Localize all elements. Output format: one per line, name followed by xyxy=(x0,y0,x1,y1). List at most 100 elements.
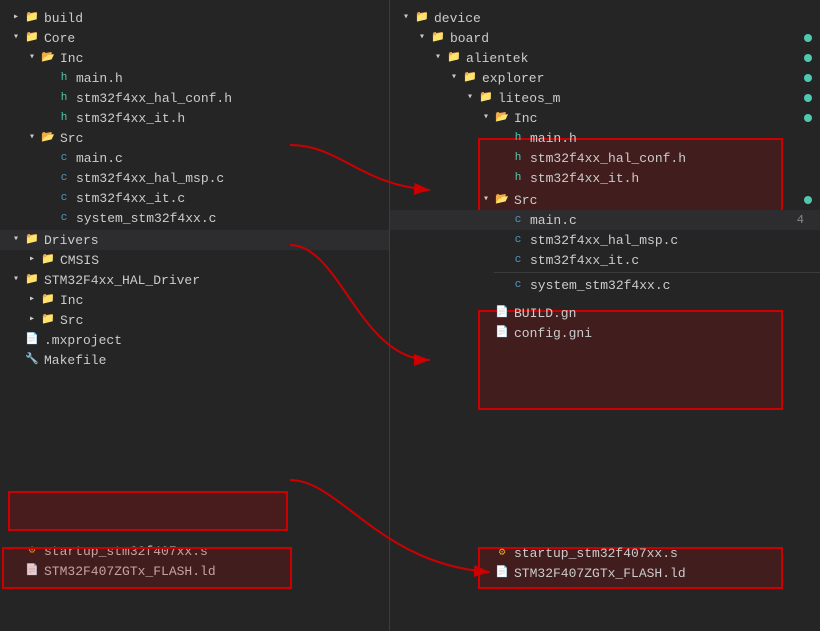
file-makefile-label: Makefile xyxy=(44,353,106,368)
folder-src-right[interactable]: 📂 Src xyxy=(390,190,820,210)
file-it-c-right-label: stm32f4xx_it.c xyxy=(530,253,639,268)
chevron-liteos-m xyxy=(462,90,478,106)
folder-inc-right[interactable]: 📂 Inc xyxy=(390,108,820,128)
folder-hal-inc[interactable]: 📁 Inc xyxy=(0,290,389,310)
folder-drivers-label: Drivers xyxy=(44,233,99,248)
folder-explorer-icon: 📁 xyxy=(462,70,478,86)
folder-device[interactable]: 📁 device xyxy=(390,8,820,28)
folder-drivers[interactable]: 📁 Drivers xyxy=(0,230,389,250)
folder-board[interactable]: 📁 board xyxy=(390,28,820,48)
chevron-board xyxy=(414,30,430,46)
folder-liteos-m[interactable]: 📁 liteos_m xyxy=(390,88,820,108)
file-main-h-label: main.h xyxy=(76,71,123,86)
chevron-system-c xyxy=(40,210,56,226)
c-file-right-icon-2: c xyxy=(510,232,526,248)
file-startup-s[interactable]: ⚙ startup_stm32f407xx.s xyxy=(0,541,389,561)
folder-alientek-label: alientek xyxy=(466,51,528,66)
file-system-c[interactable]: c system_stm32f4xx.c xyxy=(0,208,389,228)
file-it-h-right-label: stm32f4xx_it.h xyxy=(530,171,639,186)
c-file-right-icon-3: c xyxy=(510,252,526,268)
chevron-src-right xyxy=(478,192,494,208)
file-main-c[interactable]: c main.c xyxy=(0,148,389,168)
file-hal-msp-c-right-label: stm32f4xx_hal_msp.c xyxy=(530,233,678,248)
chevron-hal-inc xyxy=(24,292,40,308)
chevron-cmsis xyxy=(24,252,40,268)
folder-board-label: board xyxy=(450,31,489,46)
chevron-makefile xyxy=(8,352,24,368)
separator xyxy=(494,272,820,273)
generic-file-icon: 📄 xyxy=(24,332,40,348)
file-it-h[interactable]: h stm32f4xx_it.h xyxy=(0,108,389,128)
file-flash-ld[interactable]: 📄 STM32F407ZGTx_FLASH.ld xyxy=(0,561,389,581)
file-main-c-right[interactable]: c main.c 4 xyxy=(390,210,820,230)
file-config-gni[interactable]: 📄 config.gni xyxy=(390,323,820,343)
folder-device-label: device xyxy=(434,11,481,26)
folder-alientek-icon: 📁 xyxy=(446,50,462,66)
dot-explorer xyxy=(804,74,812,82)
folder-hal-inc-icon: 📁 xyxy=(40,292,56,308)
folder-device-icon: 📁 xyxy=(414,10,430,26)
folder-src[interactable]: 📂 Src xyxy=(0,128,389,148)
chevron-inc xyxy=(24,50,40,66)
file-hal-conf-h[interactable]: h stm32f4xx_hal_conf.h xyxy=(0,88,389,108)
file-mxproject[interactable]: 📄 .mxproject xyxy=(0,330,389,350)
folder-core[interactable]: 📁 Core xyxy=(0,28,389,48)
folder-hal-src-icon: 📁 xyxy=(40,312,56,328)
file-flash-ld-right-label: STM32F407ZGTx_FLASH.ld xyxy=(514,566,686,581)
chevron-mxproject xyxy=(8,332,24,348)
file-build-gn[interactable]: 📄 BUILD.gn xyxy=(390,303,820,323)
folder-core-label: Core xyxy=(44,31,75,46)
chevron-explorer xyxy=(446,70,462,86)
c-file-icon: c xyxy=(56,150,72,166)
chevron-hal-src xyxy=(24,312,40,328)
chevron-hal-conf-h xyxy=(40,90,56,106)
folder-build[interactable]: 📁 build xyxy=(0,8,389,28)
chevron-main-c xyxy=(40,150,56,166)
chevron-flash-ld xyxy=(8,563,24,579)
chevron-startup-s xyxy=(8,543,24,559)
chevron-startup-s-right xyxy=(478,545,494,561)
dot-alientek xyxy=(804,54,812,62)
file-startup-s-right[interactable]: ⚙ startup_stm32f407xx.s xyxy=(390,543,820,563)
file-system-c-right-label: system_stm32f4xx.c xyxy=(530,278,670,293)
file-it-h-right[interactable]: h stm32f4xx_it.h xyxy=(390,168,820,188)
file-hal-msp-c-right[interactable]: c stm32f4xx_hal_msp.c xyxy=(390,230,820,250)
folder-hal-driver[interactable]: 📁 STM32F4xx_HAL_Driver xyxy=(0,270,389,290)
folder-hal-src-label: Src xyxy=(60,313,83,328)
dot-liteos xyxy=(804,94,812,102)
folder-core-icon: 📁 xyxy=(24,30,40,46)
folder-src-icon: 📂 xyxy=(40,130,56,146)
file-main-h[interactable]: h main.h xyxy=(0,68,389,88)
folder-inc[interactable]: 📂 Inc xyxy=(0,48,389,68)
ld-file-icon: 📄 xyxy=(24,563,40,579)
file-system-c-right[interactable]: c system_stm32f4xx.c xyxy=(390,275,820,295)
chevron-main-c-right xyxy=(494,212,510,228)
chevron-build xyxy=(8,10,24,26)
c-file-icon-2: c xyxy=(56,170,72,186)
chevron-it-c xyxy=(40,190,56,206)
file-it-c-right[interactable]: c stm32f4xx_it.c xyxy=(390,250,820,270)
chevron-config-gni xyxy=(478,325,494,341)
file-hal-conf-h-right[interactable]: h stm32f4xx_hal_conf.h xyxy=(390,148,820,168)
folder-cmsis-label: CMSIS xyxy=(60,253,99,268)
folder-explorer[interactable]: 📁 explorer xyxy=(390,68,820,88)
folder-inc-right-label: Inc xyxy=(514,111,537,126)
file-mxproject-label: .mxproject xyxy=(44,333,122,348)
file-makefile[interactable]: 🔧 Makefile xyxy=(0,350,389,370)
folder-alientek[interactable]: 📁 alientek xyxy=(390,48,820,68)
folder-build-icon: 📁 xyxy=(24,10,40,26)
file-it-c[interactable]: c stm32f4xx_it.c xyxy=(0,188,389,208)
file-main-h-right[interactable]: h main.h xyxy=(390,128,820,148)
file-flash-ld-right[interactable]: 📄 STM32F407ZGTx_FLASH.ld xyxy=(390,563,820,583)
file-hal-msp-c[interactable]: c stm32f4xx_hal_msp.c xyxy=(0,168,389,188)
file-hal-conf-h-label: stm32f4xx_hal_conf.h xyxy=(76,91,232,106)
folder-cmsis[interactable]: 📁 CMSIS xyxy=(0,250,389,270)
chevron-it-h xyxy=(40,110,56,126)
h-file-icon-2: h xyxy=(56,90,72,106)
file-hal-msp-c-label: stm32f4xx_hal_msp.c xyxy=(76,171,224,186)
file-main-c-right-label: main.c xyxy=(530,213,577,228)
c-file-icon-4: c xyxy=(56,210,72,226)
folder-cmsis-icon: 📁 xyxy=(40,252,56,268)
folder-liteos-m-label: liteos_m xyxy=(498,91,560,106)
folder-hal-src[interactable]: 📁 Src xyxy=(0,310,389,330)
